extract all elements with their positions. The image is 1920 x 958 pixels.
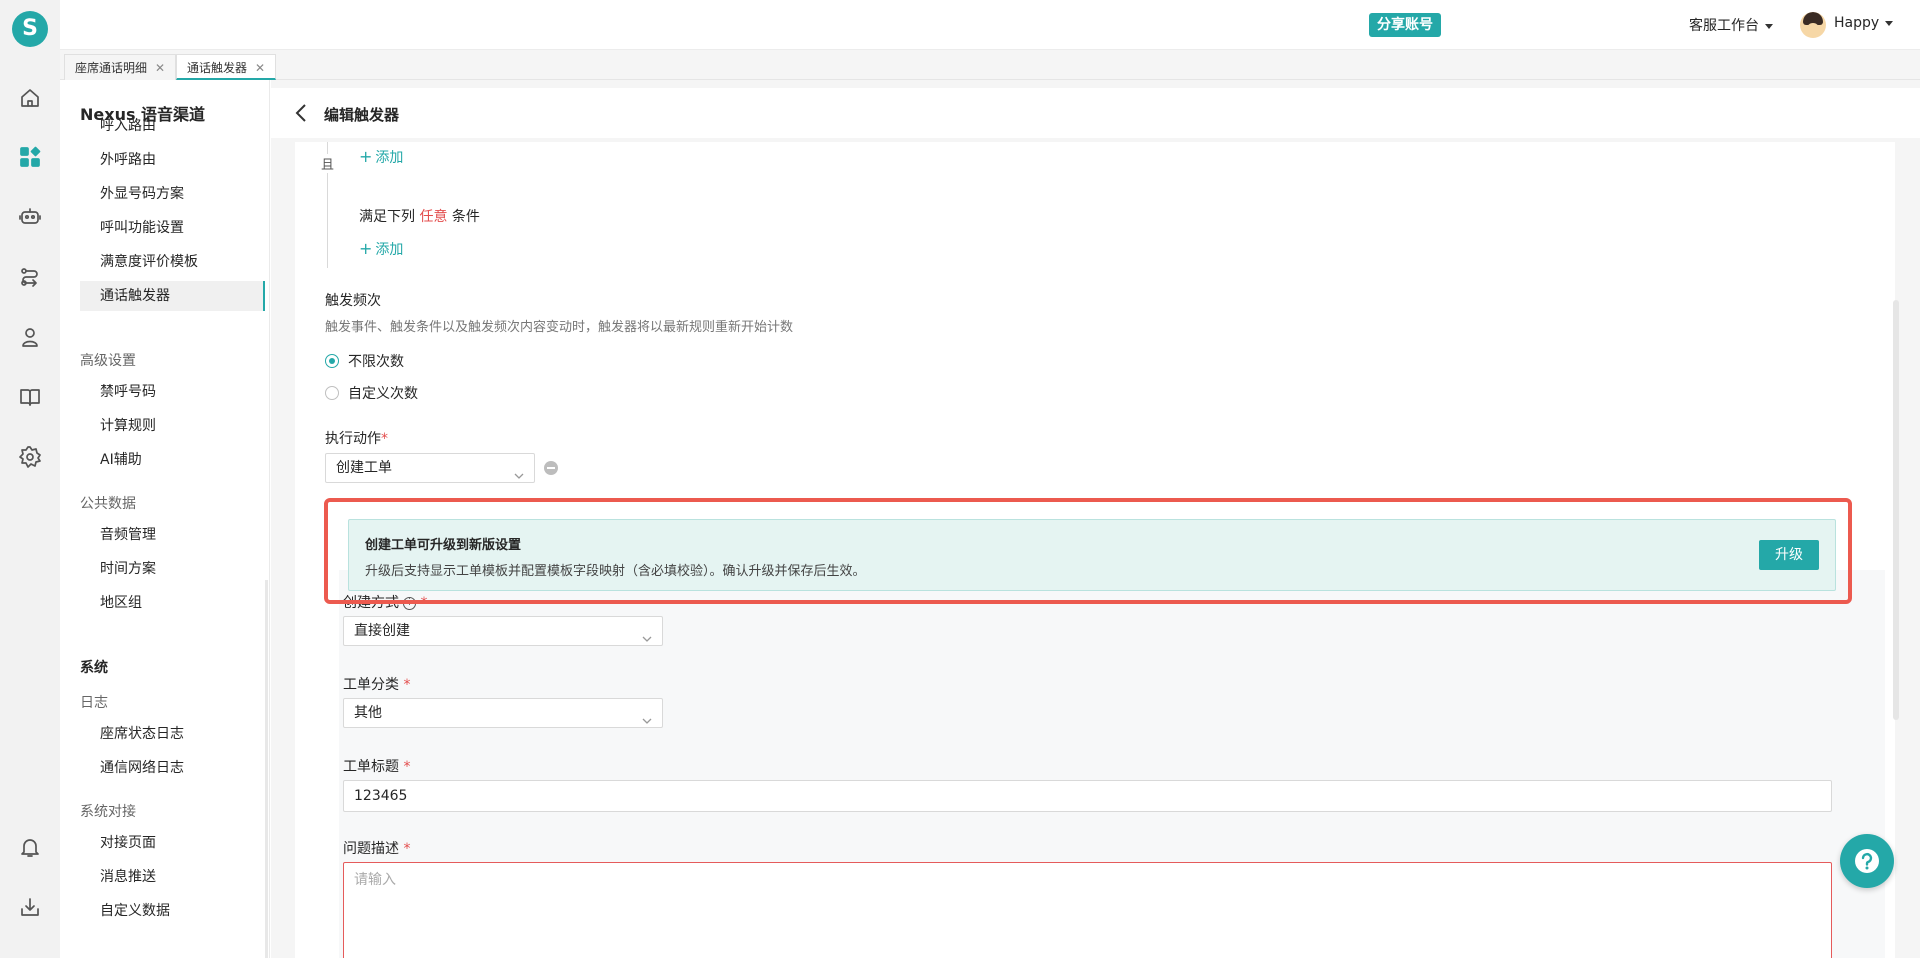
action-config-panel: 创建方式 i * 直接创建 工单分类 * 其他 工单标题 * 123465 问题描… bbox=[339, 570, 1885, 958]
notice-title: 创建工单可升级到新版设置 bbox=[365, 538, 522, 553]
workspace-label: 客服工作台 bbox=[1689, 18, 1759, 34]
action-value: 创建工单 bbox=[336, 460, 392, 476]
sidebar-item-agent-status-log[interactable]: 座席状态日志 bbox=[80, 719, 265, 749]
workspace-dropdown[interactable]: 客服工作台 bbox=[1689, 15, 1773, 35]
category-value: 其他 bbox=[354, 705, 382, 721]
sidebar-item-call-trigger[interactable]: 通话触发器 bbox=[80, 281, 265, 311]
sidebar-item-call-settings[interactable]: 呼叫功能设置 bbox=[80, 213, 265, 243]
action-label: 执行动作* bbox=[325, 431, 388, 447]
add-label: 添加 bbox=[375, 150, 404, 166]
add-condition-button[interactable]: + 添加 bbox=[359, 147, 403, 167]
and-label: 且 bbox=[321, 154, 335, 173]
chevron-down-icon bbox=[1765, 23, 1773, 29]
help-button[interactable] bbox=[1840, 834, 1894, 888]
sidebar-item-inbound-route[interactable]: 呼入路由 bbox=[80, 111, 265, 141]
action-select[interactable]: 创建工单 bbox=[325, 453, 535, 483]
desc-label: 问题描述 * bbox=[343, 841, 411, 857]
book-icon[interactable] bbox=[18, 385, 42, 409]
sidebar-item-message-push[interactable]: 消息推送 bbox=[80, 862, 265, 892]
bell-icon[interactable] bbox=[18, 835, 42, 859]
username: Happy bbox=[1834, 15, 1880, 31]
sidebar-group-log: 日志 bbox=[80, 695, 108, 711]
sidebar-item-time-plan[interactable]: 时间方案 bbox=[80, 554, 265, 584]
back-icon[interactable] bbox=[295, 103, 307, 123]
sidebar-item-outbound-route[interactable]: 外呼路由 bbox=[80, 145, 265, 175]
sidebar-scrollbar[interactable] bbox=[265, 580, 268, 958]
tab-label: 通话触发器 bbox=[187, 61, 248, 75]
robot-icon[interactable] bbox=[18, 205, 42, 229]
sidebar-item-network-log[interactable]: 通信网络日志 bbox=[80, 753, 265, 783]
page-title: 编辑触发器 bbox=[324, 106, 400, 124]
tab-call-trigger[interactable]: 通话触发器 ✕ bbox=[176, 54, 277, 80]
apps-icon[interactable] bbox=[18, 145, 42, 169]
gear-icon[interactable] bbox=[18, 445, 42, 469]
tab-call-details[interactable]: 座席通话明细 ✕ bbox=[64, 54, 177, 80]
top-bar: 分享账号 客服工作台 Happy bbox=[60, 0, 1920, 50]
sidebar-item-audio[interactable]: 音频管理 bbox=[80, 520, 265, 550]
chevron-down-icon bbox=[514, 463, 524, 479]
category-label: 工单分类 * bbox=[343, 677, 411, 693]
add-any-condition-button[interactable]: + 添加 bbox=[359, 239, 403, 259]
page-header: 编辑触发器 bbox=[271, 88, 1920, 138]
chevron-down-icon bbox=[642, 626, 652, 642]
tab-bar: 座席通话明细 ✕ 通话触发器 ✕ bbox=[60, 50, 1920, 80]
notice-desc: 升级后支持显示工单模板并配置模板字段映射（含必填校验）。确认升级并保存后生效。 bbox=[365, 564, 866, 579]
freq-custom-radio[interactable] bbox=[325, 386, 339, 400]
sidebar-item-custom-data[interactable]: 自定义数据 bbox=[80, 896, 265, 926]
upgrade-button[interactable]: 升级 bbox=[1759, 540, 1819, 570]
remove-action-button[interactable] bbox=[544, 461, 558, 475]
app-logo[interactable]: S bbox=[12, 11, 48, 47]
create-mode-select[interactable]: 直接创建 bbox=[343, 616, 663, 646]
sidebar-item-integration-page[interactable]: 对接页面 bbox=[80, 828, 265, 858]
sidebar-item-display-number[interactable]: 外显号码方案 bbox=[80, 179, 265, 209]
sidebar-section-system: 系统 bbox=[80, 660, 108, 676]
freq-unlimited-label[interactable]: 不限次数 bbox=[348, 351, 404, 371]
category-select[interactable]: 其他 bbox=[343, 698, 663, 728]
ticket-title-label: 工单标题 * bbox=[343, 759, 411, 775]
sidebar-group-public: 公共数据 bbox=[80, 496, 136, 512]
sidebar-group-integration: 系统对接 bbox=[80, 804, 136, 820]
close-icon[interactable]: ✕ bbox=[255, 61, 265, 75]
sidebar-item-ai-assist[interactable]: AI辅助 bbox=[80, 445, 265, 475]
sidebar: Nexus 语音渠道 呼入路由 外呼路由 外显号码方案 呼叫功能设置 满意度评价… bbox=[60, 80, 270, 958]
create-mode-value: 直接创建 bbox=[354, 623, 410, 639]
freq-hint: 触发事件、触发条件以及触发频次内容变动时，触发器将以最新规则重新开始计数 bbox=[325, 320, 794, 335]
any-condition-label: 满足下列 任意 条件 bbox=[359, 209, 480, 225]
freq-custom-label[interactable]: 自定义次数 bbox=[348, 383, 418, 403]
avatar[interactable] bbox=[1800, 12, 1826, 38]
upgrade-notice: 创建工单可升级到新版设置 升级后支持显示工单模板并配置模板字段映射（含必填校验）… bbox=[348, 519, 1836, 591]
sidebar-item-blocked-numbers[interactable]: 禁呼号码 bbox=[80, 377, 265, 407]
download-icon[interactable] bbox=[18, 895, 42, 919]
chevron-down-icon bbox=[1885, 20, 1894, 26]
content-scrollbar[interactable] bbox=[1893, 300, 1899, 720]
home-icon[interactable] bbox=[18, 86, 42, 110]
help-icon bbox=[1855, 849, 1879, 873]
route-icon[interactable] bbox=[18, 265, 42, 289]
user-icon[interactable] bbox=[18, 325, 42, 349]
left-rail: S bbox=[0, 0, 60, 958]
chevron-down-icon bbox=[642, 708, 652, 724]
desc-textarea[interactable]: 请输入 bbox=[343, 862, 1832, 958]
add-label: 添加 bbox=[375, 242, 404, 258]
ticket-title-input[interactable]: 123465 bbox=[343, 780, 1832, 812]
sidebar-item-calc-rules[interactable]: 计算规则 bbox=[80, 411, 265, 441]
close-icon[interactable]: ✕ bbox=[155, 61, 165, 75]
sidebar-group-advanced: 高级设置 bbox=[80, 353, 136, 369]
sidebar-item-satisfaction-template[interactable]: 满意度评价模板 bbox=[80, 247, 265, 277]
sidebar-item-region-group[interactable]: 地区组 bbox=[80, 588, 265, 618]
share-account-button[interactable]: 分享账号 bbox=[1369, 13, 1441, 37]
user-menu[interactable]: Happy bbox=[1834, 15, 1894, 31]
plus-icon: + bbox=[359, 239, 373, 258]
tab-label: 座席通话明细 bbox=[75, 61, 148, 75]
plus-icon: + bbox=[359, 147, 373, 166]
freq-label: 触发频次 bbox=[325, 293, 381, 309]
freq-unlimited-radio[interactable] bbox=[325, 354, 339, 368]
